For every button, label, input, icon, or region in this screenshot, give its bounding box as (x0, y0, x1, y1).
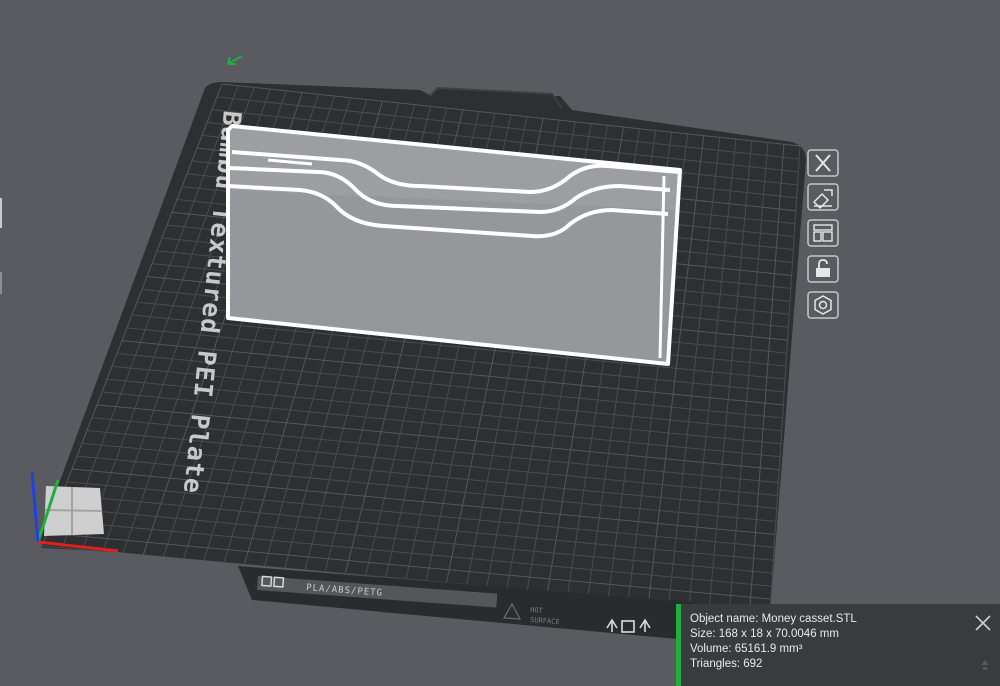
plate-settings-button[interactable] (806, 290, 840, 320)
camera-hint-icon (227, 55, 243, 65)
edge-marker (0, 198, 2, 228)
arrange-icon (807, 219, 839, 247)
build-plate-viewport[interactable]: PLA/ABS/PETG HOT SURFACE Bambu Textured … (0, 0, 1000, 686)
lock-icon (807, 255, 839, 283)
object-size: Size: 168 x 18 x 70.0046 mm (690, 628, 839, 640)
plate-settings-icon (807, 291, 839, 319)
arrange-button[interactable] (806, 218, 840, 248)
auto-orient-icon (807, 183, 839, 211)
edge-marker (0, 272, 2, 294)
lock-plate-button[interactable] (806, 254, 840, 284)
close-plate-button[interactable] (806, 148, 840, 178)
object-volume: Volume: 65161.9 mm³ (690, 643, 803, 655)
object-triangles: Triangles: 692 (690, 658, 763, 670)
axis-z (30, 471, 40, 543)
info-handle-icon (980, 658, 990, 670)
close-icon (807, 149, 839, 177)
object-info-panel: Object name: Money casset.STL Size: 168 … (676, 604, 1000, 686)
auto-orient-button[interactable] (806, 182, 840, 212)
close-icon (975, 615, 991, 631)
plate-toolbar (806, 148, 846, 328)
hot-surface-line1: HOT (530, 606, 544, 615)
close-info-button[interactable] (974, 614, 992, 632)
object-name: Object name: Money casset.STL (690, 613, 857, 625)
